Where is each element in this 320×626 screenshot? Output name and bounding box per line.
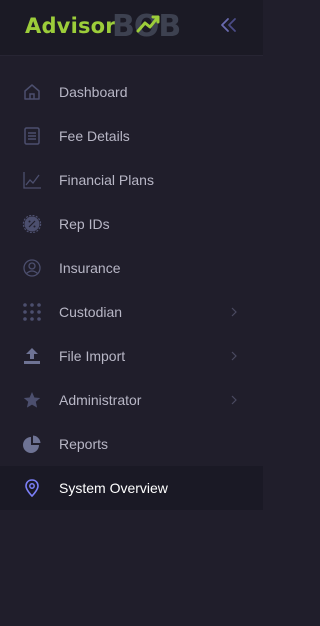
sidebar-item-dashboard[interactable]: Dashboard — [0, 70, 263, 114]
sidebar-header: Advisor BOB — [0, 0, 263, 56]
sidebar-item-label: File Import — [59, 348, 126, 364]
chevron-right-icon — [231, 351, 237, 361]
sidebar-item-label: Financial Plans — [59, 172, 154, 188]
sidebar-item-label: System Overview — [59, 480, 168, 496]
sidebar-item-custodian[interactable]: Custodian — [0, 290, 263, 334]
sidebar-nav: Dashboard Fee Details Financial Plans Re… — [0, 70, 263, 510]
sidebar-item-fee-details[interactable]: Fee Details — [0, 114, 263, 158]
chevron-right-icon — [231, 307, 237, 317]
sidebar-item-system-overview[interactable]: System Overview — [0, 466, 263, 510]
sidebar-item-administrator[interactable]: Administrator — [0, 378, 263, 422]
sidebar: Advisor BOB Dashboard Fee Details Financ… — [0, 0, 263, 626]
sidebar-item-label: Fee Details — [59, 128, 130, 144]
chevron-right-icon — [231, 395, 237, 405]
sidebar-item-label: Reports — [59, 436, 109, 452]
sidebar-item-label: Dashboard — [59, 84, 128, 100]
upload-icon — [24, 348, 40, 364]
sidebar-item-rep-ids[interactable]: Rep IDs — [0, 202, 263, 246]
sidebar-item-insurance[interactable]: Insurance — [0, 246, 263, 290]
grid-dots-icon — [23, 303, 41, 321]
pie-chart-icon — [23, 435, 41, 453]
receipt-icon — [24, 127, 40, 145]
brand-name: Advisor — [25, 14, 116, 38]
brand-logo-mark: BOB — [112, 9, 181, 41]
sidebar-item-financial-plans[interactable]: Financial Plans — [0, 158, 263, 202]
star-icon — [23, 392, 41, 408]
home-icon — [24, 84, 40, 100]
user-circle-icon — [23, 259, 41, 277]
sidebar-item-label: Custodian — [59, 304, 123, 320]
sidebar-item-file-import[interactable]: File Import — [0, 334, 263, 378]
sidebar-item-reports[interactable]: Reports — [0, 422, 263, 466]
collapse-sidebar-icon[interactable] — [219, 15, 239, 35]
badge-percent-icon — [22, 215, 42, 233]
sidebar-item-label: Administrator — [59, 392, 142, 408]
sidebar-item-label: Rep IDs — [59, 216, 110, 232]
map-pin-icon — [25, 479, 39, 497]
sidebar-item-label: Insurance — [59, 260, 121, 276]
chart-line-icon — [23, 172, 41, 189]
